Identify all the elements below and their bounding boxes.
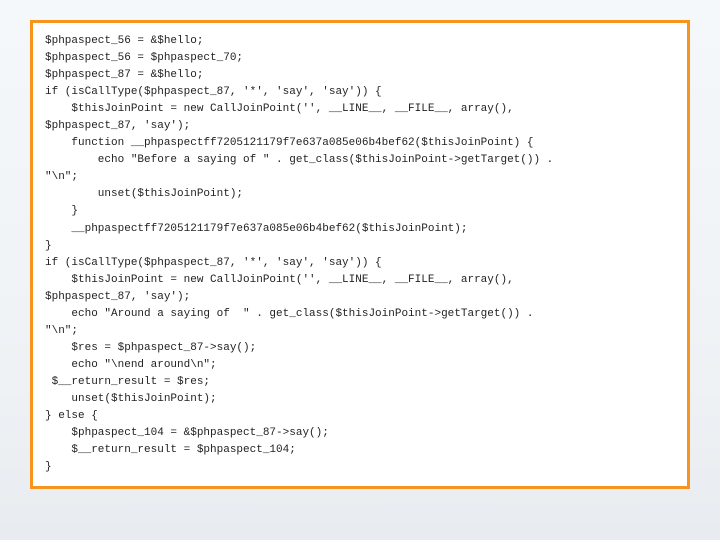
code-line: "\n"; [45,169,675,186]
code-line: } [45,203,675,220]
code-line: if (isCallType($phpaspect_87, '*', 'say'… [45,84,675,101]
code-line: __phpaspectff7205121179f7e637a085e06b4be… [45,221,675,238]
code-line: $thisJoinPoint = new CallJoinPoint('', _… [45,101,675,118]
code-line: $phpaspect_104 = &$phpaspect_87->say(); [45,425,675,442]
code-line: $phpaspect_56 = $phpaspect_70; [45,50,675,67]
code-line: echo "\nend around\n"; [45,357,675,374]
code-line: $phpaspect_87 = &$hello; [45,67,675,84]
code-line: $phpaspect_87, 'say'); [45,289,675,306]
code-line: unset($thisJoinPoint); [45,391,675,408]
code-line: $thisJoinPoint = new CallJoinPoint('', _… [45,272,675,289]
code-line: $res = $phpaspect_87->say(); [45,340,675,357]
code-line: echo "Around a saying of " . get_class($… [45,306,675,323]
code-line: function __phpaspectff7205121179f7e637a0… [45,135,675,152]
code-line: } [45,238,675,255]
code-line: if (isCallType($phpaspect_87, '*', 'say'… [45,255,675,272]
code-line: unset($thisJoinPoint); [45,186,675,203]
code-line: $phpaspect_56 = &$hello; [45,33,675,50]
code-line: $__return_result = $phpaspect_104; [45,442,675,459]
code-container: $phpaspect_56 = &$hello; $phpaspect_56 =… [30,20,690,489]
code-line: } else { [45,408,675,425]
code-line: } [45,459,675,476]
code-line: $__return_result = $res; [45,374,675,391]
code-line: $phpaspect_87, 'say'); [45,118,675,135]
code-line: "\n"; [45,323,675,340]
code-line: echo "Before a saying of " . get_class($… [45,152,675,169]
